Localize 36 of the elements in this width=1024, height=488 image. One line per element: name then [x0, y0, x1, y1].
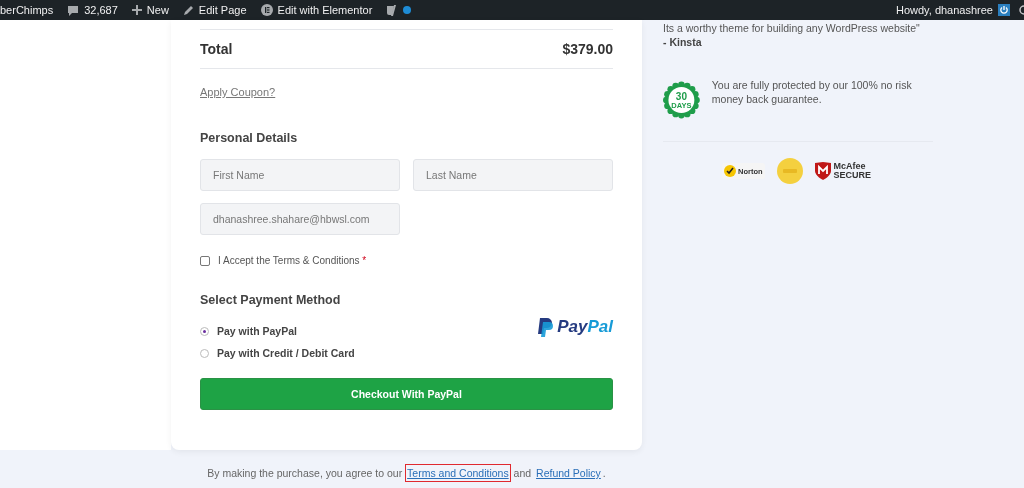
agreement-end: .	[602, 467, 606, 479]
terms-link[interactable]: Terms and Conditions	[405, 464, 511, 482]
apply-coupon-link[interactable]: Apply Coupon?	[200, 86, 276, 98]
mcafee-badge: McAfee SECURE	[814, 162, 872, 180]
testimonial-quote: Its a worthy theme for building any WordPress website"	[663, 21, 921, 35]
edit-page-link[interactable]: Edit Page	[198, 4, 247, 16]
testimonial-author: - Kinsta	[663, 35, 703, 49]
total-label: Total	[200, 41, 233, 57]
howdy-link[interactable]: Howdy, dhanashree	[895, 4, 993, 16]
text-field[interactable]: dhanashree.shahare@hbwsl.com	[200, 203, 400, 235]
search-icon[interactable]	[1018, 4, 1024, 16]
status-dot-icon	[403, 6, 412, 14]
total-value: $379.00	[562, 41, 613, 57]
comments-count[interactable]: 32,687	[84, 4, 118, 16]
comment-icon[interactable]	[67, 4, 80, 16]
elementor-link[interactable]: Edit with Elementor	[277, 4, 373, 16]
payment-method-heading: Select Payment Method	[200, 293, 342, 307]
new-link[interactable]: New	[146, 4, 169, 16]
guarantee-text: You are fully protected by our 100% no risk money back guarantee.	[711, 78, 913, 107]
text-field[interactable]: Last Name	[413, 159, 613, 191]
text-field[interactable]: First Name	[200, 159, 400, 191]
agreement-text: By making the purchase, you agree to our	[207, 467, 404, 479]
personal-details-heading: Personal Details	[200, 131, 299, 145]
refund-policy-link[interactable]: Refund Policy	[534, 464, 603, 482]
site-name-link[interactable]: berChimps	[0, 4, 54, 16]
payment-option-label[interactable]: Pay with Credit / Debit Card	[217, 347, 355, 359]
seal-badge-icon	[776, 158, 803, 184]
paypal-p-icon	[537, 317, 554, 337]
terms-label[interactable]: I Accept the Terms & Conditions *	[218, 255, 367, 266]
agreement-joiner: and	[512, 467, 533, 479]
payment-option-label[interactable]: Pay with PayPal	[217, 325, 297, 337]
pencil-icon[interactable]	[182, 4, 194, 16]
plus-icon[interactable]	[131, 5, 142, 15]
power-icon[interactable]	[998, 4, 1010, 16]
paypal-logo-text: PayPal	[557, 317, 613, 337]
terms-checkbox[interactable]	[200, 255, 210, 266]
